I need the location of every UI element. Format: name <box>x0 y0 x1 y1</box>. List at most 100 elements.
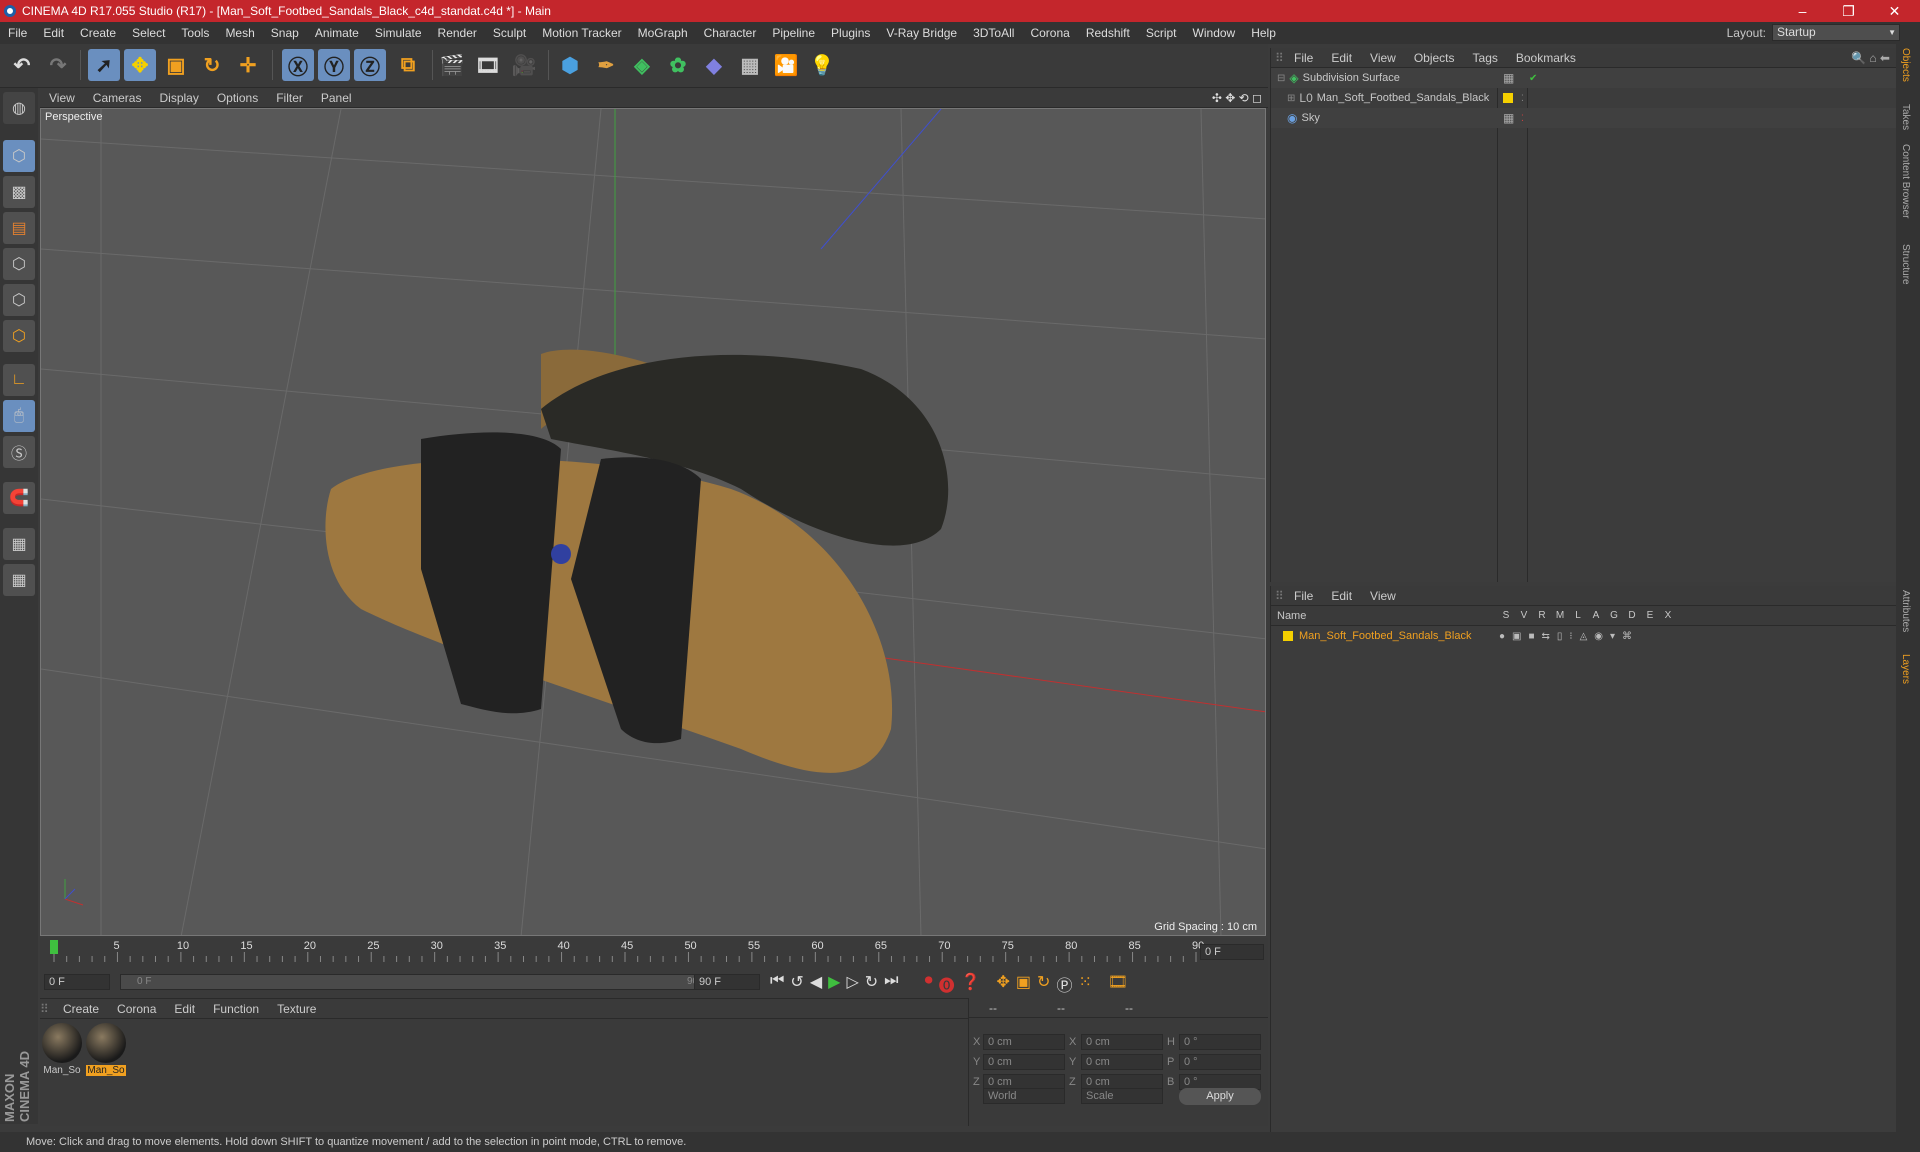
cube-icon[interactable]: ⬢ <box>554 49 586 81</box>
rotate-icon[interactable]: ↻ <box>196 49 228 81</box>
coord-pos-field[interactable]: 0 cm <box>983 1054 1065 1070</box>
layout-dropdown[interactable]: Startup <box>1772 24 1900 41</box>
menu-help[interactable]: Help <box>1243 26 1284 40</box>
current-frame-field[interactable]: 0 F <box>1200 944 1264 960</box>
z-axis-icon[interactable]: Ⓩ <box>354 49 386 81</box>
subdivision-icon[interactable]: ◈ <box>626 49 658 81</box>
coord-size-field[interactable]: 0 cm <box>1081 1054 1163 1070</box>
layer-toggle-icons[interactable]: ●▣■⇆▯⁝◬◉▾⌘ <box>1499 631 1639 642</box>
material-menu-edit[interactable]: Edit <box>165 1002 204 1016</box>
x-axis-icon[interactable]: Ⓧ <box>282 49 314 81</box>
render-view-icon[interactable]: 🎬 <box>436 49 468 81</box>
visibility-dots-icon[interactable]: ⁚ <box>1521 113 1524 124</box>
viewport-nav-icons[interactable]: ✣ ✥ ⟲ ◻ <box>1212 91 1262 105</box>
viewport-menu-options[interactable]: Options <box>208 91 267 105</box>
menu-snap[interactable]: Snap <box>263 26 307 40</box>
scale-icon[interactable]: ▣ <box>160 49 192 81</box>
array-icon[interactable]: ✿ <box>662 49 694 81</box>
planar-workplane-icon[interactable]: ▦ <box>3 564 35 596</box>
menu-animate[interactable]: Animate <box>307 26 367 40</box>
tab-takes[interactable]: Takes <box>1900 104 1911 130</box>
magnet-icon[interactable]: 🧲 <box>3 482 35 514</box>
timeline-ruler[interactable]: 051015202530354045505560657075808590 0 F <box>40 938 1268 966</box>
menu-character[interactable]: Character <box>696 26 765 40</box>
tweak-mode-icon[interactable]: 🖱 <box>3 400 35 432</box>
layer-menu-edit[interactable]: Edit <box>1322 589 1361 603</box>
close-icon[interactable]: ✕ <box>1872 0 1917 22</box>
viewport-menu-display[interactable]: Display <box>150 91 207 105</box>
spline-pen-icon[interactable]: ✒ <box>590 49 622 81</box>
world-dropdown[interactable]: World <box>983 1088 1065 1104</box>
polygons-mode-icon[interactable]: ⬡ <box>3 320 35 352</box>
key-move-icon[interactable]: ✥ <box>997 972 1010 996</box>
apply-button[interactable]: Apply <box>1179 1088 1261 1105</box>
play-icon[interactable]: ▶ <box>828 972 840 996</box>
key-param-icon[interactable]: Ⓟ <box>1056 972 1072 996</box>
viewport-menu-cameras[interactable]: Cameras <box>84 91 151 105</box>
object-manager-nav-icons[interactable]: 🔍 ⌂ ⬅ <box>1851 51 1890 65</box>
tab-structure[interactable]: Structure <box>1900 244 1911 285</box>
viewport-menu-view[interactable]: View <box>40 91 84 105</box>
render-settings-icon[interactable]: 🎥 <box>508 49 540 81</box>
next-key-icon[interactable]: ↻ <box>865 972 878 996</box>
object-row-sky[interactable]: ◉ Sky ▦ ⁚ <box>1271 108 1897 128</box>
menu-mograph[interactable]: MoGraph <box>630 26 696 40</box>
light-icon[interactable]: 💡 <box>806 49 838 81</box>
frame-range-slider[interactable]: 0 F 90 F <box>120 974 724 990</box>
menu-3dtoall[interactable]: 3DToAll <box>965 26 1022 40</box>
deformer-icon[interactable]: ◆ <box>698 49 730 81</box>
prev-key-icon[interactable]: ↺ <box>790 972 803 996</box>
layer-menu-file[interactable]: File <box>1285 589 1322 603</box>
coord-pos-field[interactable]: 0 cm <box>983 1034 1065 1050</box>
material-swatch[interactable]: Man_So <box>86 1023 126 1076</box>
workplane-icon[interactable]: ▤ <box>3 212 35 244</box>
material-menu-texture[interactable]: Texture <box>268 1002 325 1016</box>
viewport-perspective[interactable]: Perspective Grid Spacing : 10 cm <box>40 108 1266 936</box>
menu-simulate[interactable]: Simulate <box>367 26 430 40</box>
menu-select[interactable]: Select <box>124 26 173 40</box>
next-frame-icon[interactable]: ▷ <box>846 972 858 996</box>
material-menu-function[interactable]: Function <box>204 1002 268 1016</box>
model-mode-icon[interactable]: ⬡ <box>3 140 35 172</box>
undo-icon[interactable]: ↶ <box>6 49 38 81</box>
select-arrow-icon[interactable]: ➚ <box>88 49 120 81</box>
menu-render[interactable]: Render <box>430 26 485 40</box>
menu-plugins[interactable]: Plugins <box>823 26 878 40</box>
object-menu-tags[interactable]: Tags <box>1464 51 1507 65</box>
autokey-icon[interactable]: ⓿ <box>939 972 955 996</box>
menu-redshift[interactable]: Redshift <box>1078 26 1138 40</box>
key-pla-icon[interactable]: ⁙ <box>1078 972 1091 996</box>
timeline-window-icon[interactable]: 🎞 <box>1108 972 1128 996</box>
object-menu-objects[interactable]: Objects <box>1405 51 1464 65</box>
menu-tools[interactable]: Tools <box>173 26 217 40</box>
y-axis-icon[interactable]: Ⓨ <box>318 49 350 81</box>
playhead[interactable] <box>50 940 58 954</box>
menu-sculpt[interactable]: Sculpt <box>485 26 534 40</box>
object-menu-file[interactable]: File <box>1285 51 1322 65</box>
floor-icon[interactable]: ▦ <box>734 49 766 81</box>
viewport-menu-panel[interactable]: Panel <box>312 91 361 105</box>
end-frame-field[interactable]: 90 F <box>694 974 760 990</box>
key-scale-icon[interactable]: ▣ <box>1016 972 1031 996</box>
minimize-icon[interactable]: – <box>1780 0 1825 22</box>
transform-icon[interactable]: ✛ <box>232 49 264 81</box>
layer-row[interactable]: Man_Soft_Footbed_Sandals_Black ●▣■⇆▯⁝◬◉▾… <box>1271 626 1897 646</box>
material-menu-corona[interactable]: Corona <box>108 1002 165 1016</box>
material-menu-create[interactable]: Create <box>54 1002 108 1016</box>
menu-window[interactable]: Window <box>1185 26 1244 40</box>
move-icon[interactable]: ✥ <box>124 49 156 81</box>
edges-mode-icon[interactable]: ⬡ <box>3 284 35 316</box>
lock-workplane-icon[interactable]: ▦ <box>3 528 35 560</box>
make-editable-icon[interactable]: ◍ <box>3 92 35 124</box>
object-menu-view[interactable]: View <box>1361 51 1405 65</box>
layer-menu-view[interactable]: View <box>1361 589 1405 603</box>
coord-size-field[interactable]: 0 cm <box>1081 1034 1163 1050</box>
goto-start-icon[interactable]: ⏮ <box>770 972 784 996</box>
redo-icon[interactable]: ↷ <box>42 49 74 81</box>
menu-script[interactable]: Script <box>1138 26 1185 40</box>
axis-mode-icon[interactable]: ∟ <box>3 364 35 396</box>
object-row-subdivision[interactable]: ⊟ ◈ Subdivision Surface ▦ ✔ <box>1271 68 1897 88</box>
points-mode-icon[interactable]: ⬡ <box>3 248 35 280</box>
tab-content-browser[interactable]: Content Browser <box>1900 144 1911 218</box>
menu-corona[interactable]: Corona <box>1022 26 1077 40</box>
